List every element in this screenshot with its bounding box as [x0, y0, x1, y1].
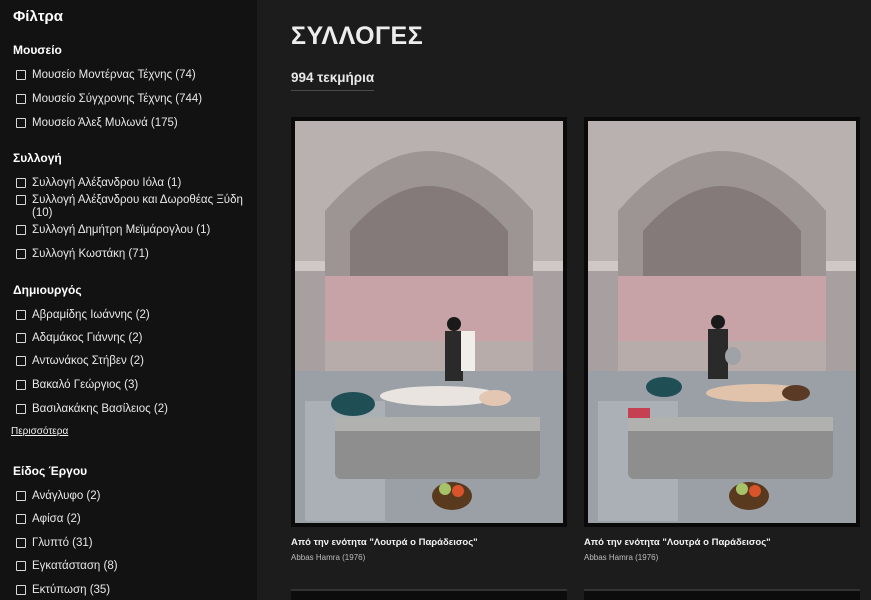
artwork-caption[interactable]: Από την ενότητα "Λουτρά ο Παράδεισος" — [584, 537, 860, 548]
checkbox[interactable] — [16, 70, 26, 80]
checkbox[interactable] — [16, 94, 26, 104]
filter-option[interactable]: Αφίσα (2) — [16, 513, 251, 526]
filter-option-label: Αδαμάκος Γιάννης (2) — [32, 332, 143, 344]
filter-option-label: Γλυπτό (31) — [32, 537, 93, 549]
filter-group-title-type: Είδος Έργου — [13, 464, 88, 478]
filter-option-label: Συλλογή Δημήτρη Μεϊμάρογλου (1) — [32, 224, 211, 236]
page-title: ΣΥΛΛΟΓΕΣ — [291, 22, 424, 50]
filters-sidebar: Φίλτρα Μουσείο Μουσείο Μοντέρνας Τέχνης … — [0, 0, 257, 600]
filter-option-label: Αφίσα (2) — [32, 513, 81, 525]
filter-option-label: Ανάγλυφο (2) — [32, 490, 101, 502]
checkbox[interactable] — [16, 225, 26, 235]
checkbox[interactable] — [16, 356, 26, 366]
filter-group-title-creator: Δημιουργός — [13, 283, 82, 297]
checkbox[interactable] — [16, 195, 26, 205]
filter-option[interactable]: Εγκατάσταση (8) — [16, 560, 251, 573]
filter-option-label: Μουσείο Σύγχρονης Τέχνης (744) — [32, 93, 203, 105]
artwork-image[interactable] — [291, 117, 567, 527]
filter-option[interactable]: Γλυπτό (31) — [16, 537, 251, 550]
checkbox[interactable] — [16, 514, 26, 524]
filter-option-label: Συλλογή Κωστάκη (71) — [32, 248, 149, 260]
next-artwork-image-partial[interactable] — [291, 589, 567, 600]
filter-option-label: Εγκατάσταση (8) — [32, 560, 118, 572]
collections-main: ΣΥΛΛΟΓΕΣ 994 τεκμήρια Από την ενότητα "Λ… — [257, 0, 871, 600]
filter-option-label: Αβραμίδης Ιωάννης (2) — [32, 309, 150, 321]
checkbox[interactable] — [16, 538, 26, 548]
filter-option-label: Εκτύπωση (35) — [32, 584, 111, 596]
filter-option-label: Μουσείο Μοντέρνας Τέχνης (74) — [32, 69, 196, 81]
artwork-card[interactable]: Από την ενότητα "Λουτρά ο Παράδεισος" Ab… — [291, 117, 567, 562]
filters-title: Φίλτρα — [13, 8, 64, 25]
filter-option-label: Συλλογή Αλέξανδρου και Δωροθέας Ξύδη (10… — [32, 194, 243, 219]
filter-option-label: Βασιλακάκης Βασίλειος (2) — [32, 403, 168, 415]
more-creators-link[interactable]: Περισσότερα — [11, 426, 68, 437]
bathhouse-photo-1 — [295, 121, 563, 523]
artwork-caption[interactable]: Από την ενότητα "Λουτρά ο Παράδεισος" — [291, 537, 567, 548]
bathhouse-photo-2 — [588, 121, 856, 523]
artwork-artist: Abbas Hamra (1976) — [291, 553, 366, 562]
next-artwork-image-partial[interactable] — [584, 589, 860, 600]
filter-option[interactable]: Μουσείο Άλεξ Μυλωνά (175) — [16, 117, 251, 130]
filter-option[interactable]: Αδαμάκος Γιάννης (2) — [16, 332, 251, 345]
artwork-card[interactable]: Από την ενότητα "Λουτρά ο Παράδεισος" Ab… — [584, 117, 860, 562]
filter-group-title-museum: Μουσείο — [13, 43, 62, 57]
checkbox[interactable] — [16, 404, 26, 414]
filter-option[interactable]: Βασιλακάκης Βασίλειος (2) — [16, 403, 251, 416]
filter-option-label: Αντωνάκος Στήβεν (2) — [32, 355, 144, 367]
filter-option[interactable]: Ανάγλυφο (2) — [16, 490, 251, 503]
checkbox[interactable] — [16, 491, 26, 501]
filter-option[interactable]: Μουσείο Μοντέρνας Τέχνης (74) — [16, 69, 251, 82]
checkbox[interactable] — [16, 333, 26, 343]
filter-option[interactable]: Συλλογή Κωστάκη (71) — [16, 248, 251, 261]
filter-option-label: Βακαλό Γεώργιος (3) — [32, 379, 139, 391]
filter-option[interactable]: Συλλογή Αλέξανδρου και Δωροθέας Ξύδη (10… — [16, 194, 251, 220]
filter-option[interactable]: Βακαλό Γεώργιος (3) — [16, 379, 251, 392]
checkbox[interactable] — [16, 585, 26, 595]
checkbox[interactable] — [16, 118, 26, 128]
filter-option[interactable]: Συλλογή Δημήτρη Μεϊμάρογλου (1) — [16, 224, 251, 237]
checkbox[interactable] — [16, 178, 26, 188]
artwork-artist: Abbas Hamra (1976) — [584, 553, 659, 562]
filter-option[interactable]: Συλλογή Αλέξανδρου Ιόλα (1) — [16, 177, 251, 190]
filter-option[interactable]: Αβραμίδης Ιωάννης (2) — [16, 309, 251, 322]
filter-option-label: Μουσείο Άλεξ Μυλωνά (175) — [32, 117, 178, 129]
checkbox[interactable] — [16, 561, 26, 571]
checkbox[interactable] — [16, 310, 26, 320]
checkbox[interactable] — [16, 249, 26, 259]
checkbox[interactable] — [16, 380, 26, 390]
filter-group-title-collection: Συλλογή — [13, 151, 62, 165]
filter-option[interactable]: Εκτύπωση (35) — [16, 584, 251, 597]
results-count: 994 τεκμήρια — [291, 70, 375, 91]
filter-option-label: Συλλογή Αλέξανδρου Ιόλα (1) — [32, 177, 182, 189]
artwork-image[interactable] — [584, 117, 860, 527]
filter-option[interactable]: Αντωνάκος Στήβεν (2) — [16, 355, 251, 368]
filter-option[interactable]: Μουσείο Σύγχρονης Τέχνης (744) — [16, 93, 251, 106]
